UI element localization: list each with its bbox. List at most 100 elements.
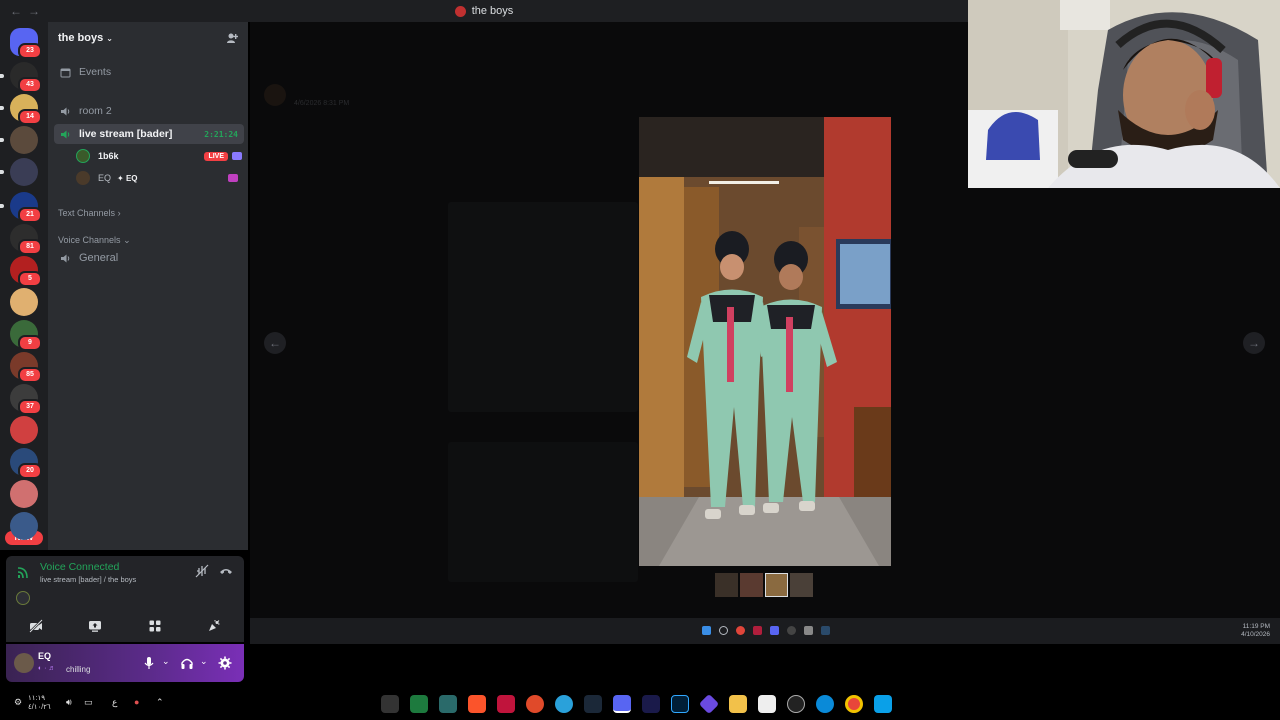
channel-label: General bbox=[79, 252, 119, 264]
telegram-icon[interactable] bbox=[555, 695, 573, 713]
server-icon[interactable]: 5 bbox=[10, 256, 42, 287]
channel-general[interactable]: General bbox=[54, 248, 244, 268]
stream-taskbar: 11:19 PM 4/10/2026 bbox=[250, 618, 1280, 644]
gear-icon[interactable] bbox=[218, 656, 232, 670]
system-clock[interactable]: ١١:١٩ ٤/١٠/٢٦ bbox=[28, 694, 51, 712]
app-icon[interactable] bbox=[698, 693, 720, 715]
microphone-icon[interactable] bbox=[142, 656, 156, 670]
system-taskbar: ⚙ ١١:١٩ ٤/١٠/٢٦ 🔊︎ ▭ ع ● ⌃ bbox=[0, 688, 1280, 720]
photoshop-icon[interactable] bbox=[671, 695, 689, 713]
server-icon bbox=[454, 5, 466, 17]
channel-label: live stream [bader] bbox=[79, 128, 173, 140]
server-icon[interactable] bbox=[0, 158, 38, 186]
voice-location[interactable]: live stream [bader] / the boys bbox=[40, 575, 136, 584]
server-icon[interactable] bbox=[10, 288, 38, 316]
category-voice-channels[interactable]: Voice Channels ⌄ bbox=[58, 235, 131, 246]
server-header[interactable]: the boys ⌄ bbox=[48, 22, 248, 54]
app-icon[interactable] bbox=[439, 695, 457, 713]
server-icon[interactable] bbox=[0, 126, 38, 154]
disconnect-icon[interactable] bbox=[219, 564, 233, 578]
thumbnail[interactable] bbox=[740, 573, 763, 597]
message-timestamp: 4/6/2026 8:31 PM bbox=[294, 100, 350, 107]
avatar[interactable] bbox=[14, 653, 34, 673]
category-text-channels[interactable]: Text Channels › bbox=[58, 208, 121, 218]
excel-icon[interactable] bbox=[410, 695, 428, 713]
soundboard-icon[interactable] bbox=[207, 619, 221, 633]
app-icon[interactable] bbox=[497, 695, 515, 713]
arrow-left-icon[interactable]: ← bbox=[264, 332, 286, 354]
background-panel bbox=[448, 202, 638, 412]
thumbnail[interactable] bbox=[790, 573, 813, 597]
channel-room-2[interactable]: room 2 bbox=[54, 101, 244, 121]
thumbnail[interactable] bbox=[715, 573, 738, 597]
settings-icon[interactable]: ⚙ bbox=[14, 697, 22, 708]
epic-games-icon[interactable] bbox=[381, 695, 399, 713]
headphones-icon[interactable] bbox=[180, 656, 194, 670]
windows-icon[interactable] bbox=[874, 695, 892, 713]
edge-icon[interactable] bbox=[816, 695, 834, 713]
avatar[interactable] bbox=[16, 591, 30, 605]
mention-badge: 85 bbox=[18, 367, 42, 383]
signal-icon bbox=[17, 567, 28, 579]
folder-icon[interactable] bbox=[729, 695, 747, 713]
screen-share-icon[interactable] bbox=[88, 619, 102, 633]
mention-badge: 37 bbox=[18, 399, 42, 415]
arrow-right-icon[interactable]: → bbox=[1243, 332, 1265, 354]
chevron-down-icon: ⌄ bbox=[106, 33, 113, 43]
network-icon[interactable]: ▭ bbox=[84, 697, 93, 708]
activity-icon bbox=[228, 174, 238, 182]
server-icon[interactable] bbox=[10, 480, 38, 508]
mention-badge: 21 bbox=[18, 207, 42, 223]
mention-badge: 81 bbox=[18, 239, 42, 255]
speaker-icon bbox=[61, 254, 70, 262]
chevron-down-icon[interactable]: ⌄ bbox=[200, 656, 208, 667]
activities-icon[interactable] bbox=[148, 619, 162, 633]
attachment-image[interactable] bbox=[639, 117, 891, 566]
chevron-down-icon[interactable]: ⌄ bbox=[162, 656, 170, 667]
server-icon[interactable]: 9 bbox=[10, 320, 42, 351]
avatar bbox=[76, 149, 90, 163]
discord-icon[interactable] bbox=[613, 695, 631, 713]
status-icons: ◐ · ♬ bbox=[38, 665, 56, 672]
server-icon[interactable]: 37 bbox=[10, 384, 42, 415]
app-icon[interactable] bbox=[526, 695, 544, 713]
language-icon[interactable]: ع bbox=[112, 697, 117, 708]
chevron-down-icon: ⌄ bbox=[123, 235, 131, 245]
app-icon[interactable] bbox=[787, 695, 805, 713]
brave-icon[interactable] bbox=[468, 695, 486, 713]
mention-badge: 43 bbox=[18, 77, 42, 93]
server-icon[interactable]: 23 bbox=[10, 28, 42, 59]
microphone-icon[interactable]: ● bbox=[134, 697, 139, 707]
server-icon[interactable]: 14 bbox=[0, 94, 42, 125]
server-icon[interactable] bbox=[10, 512, 38, 540]
voice-user-eq[interactable]: EQ ✦ EQ bbox=[76, 169, 242, 187]
server-icon[interactable] bbox=[10, 416, 38, 444]
premiere-icon[interactable] bbox=[642, 695, 660, 713]
stream-clock: 11:19 PM 4/10/2026 bbox=[1241, 623, 1270, 638]
server-icon[interactable]: 21 bbox=[0, 192, 42, 223]
events-item[interactable]: Events bbox=[54, 62, 244, 82]
chrome-icon[interactable] bbox=[845, 695, 863, 713]
noise-suppression-icon[interactable] bbox=[195, 564, 209, 578]
add-user-icon[interactable] bbox=[226, 32, 238, 44]
chevron-up-icon[interactable]: ⌃ bbox=[156, 697, 164, 708]
thumbnail[interactable] bbox=[765, 573, 788, 597]
server-icon[interactable]: 81 bbox=[10, 224, 42, 255]
unread-indicator bbox=[0, 204, 4, 208]
steam-icon[interactable] bbox=[584, 695, 602, 713]
live-badge: LIVE bbox=[204, 151, 228, 161]
store-icon[interactable] bbox=[758, 695, 776, 713]
unread-indicator bbox=[0, 138, 4, 142]
server-icon[interactable]: 85 bbox=[10, 352, 42, 383]
volume-icon[interactable]: 🔊︎ bbox=[66, 697, 72, 708]
camera-off-icon[interactable] bbox=[28, 619, 43, 633]
events-label: Events bbox=[79, 66, 112, 78]
channel-live-stream[interactable]: live stream [bader] 2:21:24 bbox=[54, 124, 244, 144]
channel-sidebar: the boys ⌄ Events room 2 live stream [ba… bbox=[48, 22, 248, 550]
server-icon[interactable]: 20 bbox=[10, 448, 42, 479]
username: EQ bbox=[38, 651, 52, 661]
voice-user-1b6k[interactable]: 1b6k LIVE bbox=[76, 147, 242, 165]
server-icon[interactable]: 43 bbox=[0, 62, 42, 93]
username: 1b6k bbox=[98, 151, 119, 161]
user-panel: EQ ◐ · ♬ chilling ⌄ ⌄ bbox=[6, 644, 244, 682]
